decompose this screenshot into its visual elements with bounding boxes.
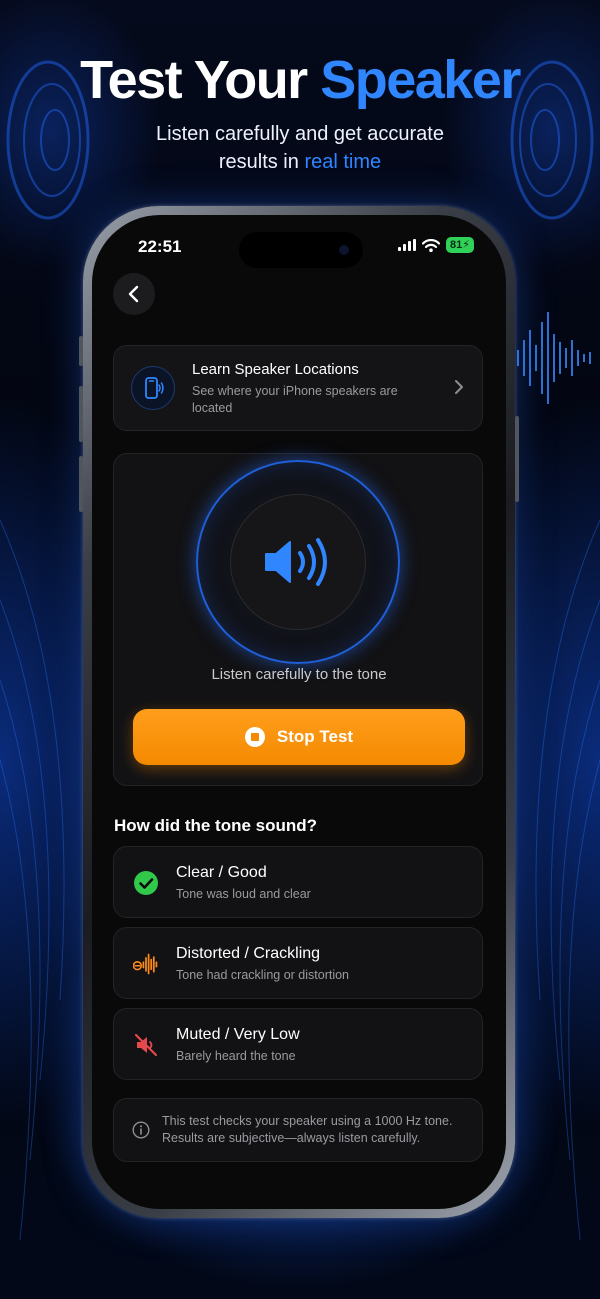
speaker-locations-card[interactable]: Learn Speaker Locations See where your i… — [113, 345, 483, 431]
option-title: Distorted / Crackling — [176, 945, 321, 962]
feedback-question: How did the tone sound? — [114, 816, 318, 835]
status-time: 22:51 — [138, 237, 182, 256]
cellular-signal-icon — [398, 239, 417, 251]
chevron-left-icon — [128, 285, 139, 303]
hero-subtitle-line1: Listen carefully and get accurate — [156, 123, 444, 145]
hero-subtitle-line2: results in real time — [0, 148, 600, 176]
dynamic-island — [239, 232, 363, 268]
phone-speaker-icon-wrap — [131, 366, 175, 410]
wifi-icon — [422, 238, 441, 252]
phone-speaker-icon — [145, 377, 164, 399]
front-camera — [339, 245, 349, 255]
speaker-locations-title: Learn Speaker Locations — [192, 361, 359, 378]
info-icon — [132, 1121, 150, 1139]
option-title: Muted / Very Low — [176, 1026, 300, 1043]
option-description: Tone was loud and clear — [176, 887, 311, 901]
option-title: Clear / Good — [176, 864, 267, 881]
option-description: Barely heard the tone — [176, 1049, 296, 1063]
hero-subtitle-prefix: results in — [218, 151, 299, 173]
back-button[interactable] — [113, 273, 155, 315]
right-grid-lines — [535, 519, 600, 1241]
listen-instruction: Listen carefully to the tone — [211, 666, 387, 683]
speaker-icon-circle — [230, 494, 366, 630]
option-distorted-crackling[interactable]: Distorted / Crackling Tone had crackling… — [113, 927, 483, 999]
option-muted-very-low[interactable]: Muted / Very Low Barely heard the tone — [113, 1008, 483, 1080]
chevron-right-icon — [455, 380, 463, 394]
info-note-text: This test checks your speaker using a 10… — [162, 1114, 453, 1145]
phone-volume-down-button — [79, 456, 83, 512]
phone-volume-up-button — [79, 386, 83, 442]
speaker-volume-icon — [265, 538, 327, 586]
waveform-icon — [133, 951, 159, 977]
left-grid-lines — [0, 519, 65, 1241]
hero-title: Test Your Speaker — [0, 48, 600, 112]
stop-test-button[interactable]: Stop Test — [133, 709, 465, 765]
stop-icon — [244, 727, 265, 747]
battery-indicator: 81⚡ — [446, 237, 474, 253]
phone-power-button — [515, 416, 519, 502]
stop-test-label: Stop Test — [276, 727, 354, 746]
info-note-card: This test checks your speaker using a 10… — [113, 1098, 483, 1162]
charging-bolt-icon: ⚡ — [462, 239, 470, 251]
hero-subtitle: Listen carefully and get accurate result… — [0, 120, 600, 176]
hero-subtitle-accent: real time — [304, 151, 382, 173]
option-clear-good[interactable]: Clear / Good Tone was loud and clear — [113, 846, 483, 918]
hero-title-accent: Speaker — [320, 50, 521, 110]
check-circle-icon — [133, 870, 159, 896]
phone-action-button — [79, 336, 83, 366]
right-soundwave-graphic — [517, 312, 591, 404]
option-description: Tone had crackling or distortion — [176, 968, 350, 982]
tone-test-card: Listen carefully to the tone Stop Test — [113, 453, 483, 786]
phone-frame: 22:51 81⚡ Learn Speaker Locations See wh… — [79, 206, 519, 1218]
speaker-locations-description: See where your iPhone speakers are locat… — [192, 384, 398, 415]
phone-screen: 22:51 81⚡ Learn Speaker Locations See wh… — [92, 215, 506, 1209]
hero-title-main: Test Your — [80, 50, 308, 110]
speaker-pulse-ring — [196, 460, 400, 664]
battery-level: 81 — [450, 239, 463, 251]
status-icons: 81⚡ — [398, 237, 474, 253]
speaker-muted-icon — [133, 1032, 159, 1058]
